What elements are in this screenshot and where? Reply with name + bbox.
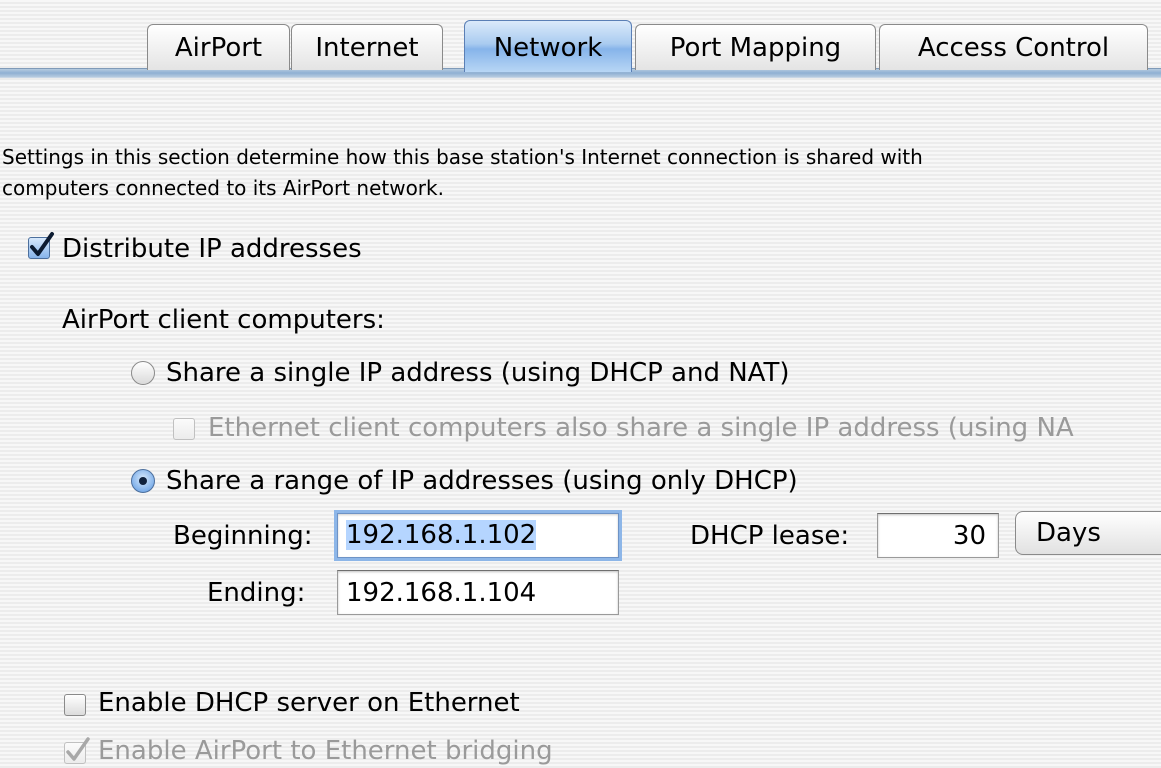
tab-access-control[interactable]: Access Control — [879, 24, 1148, 70]
checkmark-icon — [66, 737, 90, 761]
share-range-ip-label: Share a range of IP addresses (using onl… — [166, 466, 798, 496]
distribute-ip-label: Distribute IP addresses — [62, 234, 362, 264]
tab-port-mapping[interactable]: Port Mapping — [635, 24, 876, 70]
client-computers-label: AirPort client computers: — [62, 305, 385, 335]
ethernet-share-label: Ethernet client computers also share a s… — [208, 413, 1074, 443]
dhcp-lease-unit-popup[interactable]: Days — [1015, 511, 1161, 555]
share-single-ip-label: Share a single IP address (using DHCP an… — [166, 358, 790, 388]
enable-bridging-checkbox[interactable] — [64, 737, 90, 764]
tab-internet[interactable]: Internet — [291, 24, 443, 70]
tab-airport[interactable]: AirPort — [147, 24, 290, 70]
dhcp-lease-field[interactable] — [877, 513, 999, 558]
radio-selected-dot — [139, 477, 147, 485]
ethernet-share-checkbox[interactable] — [173, 418, 195, 440]
share-single-ip-radio[interactable] — [131, 361, 155, 385]
enable-dhcp-ethernet-label: Enable DHCP server on Ethernet — [98, 688, 520, 718]
checkmark-icon — [30, 232, 54, 256]
description-line-2: computers connected to its AirPort netwo… — [2, 176, 444, 200]
section-description: Settings in this section determine how t… — [2, 142, 1160, 204]
beginning-ip-field[interactable]: 192.168.1.102 — [337, 513, 619, 558]
ending-ip-field[interactable] — [337, 570, 619, 615]
description-line-1: Settings in this section determine how t… — [2, 145, 923, 169]
enable-bridging-label: Enable AirPort to Ethernet bridging — [98, 736, 553, 766]
enable-dhcp-ethernet-checkbox[interactable] — [64, 694, 86, 716]
beginning-label: Beginning: — [173, 521, 313, 551]
ending-label: Ending: — [207, 578, 306, 608]
dhcp-lease-unit-value: Days — [1036, 518, 1101, 548]
tab-network[interactable]: Network — [464, 20, 632, 72]
share-range-ip-radio[interactable] — [131, 469, 155, 493]
beginning-ip-value: 192.168.1.102 — [346, 520, 537, 550]
distribute-ip-checkbox[interactable] — [28, 232, 54, 259]
dhcp-lease-label: DHCP lease: — [690, 521, 850, 551]
